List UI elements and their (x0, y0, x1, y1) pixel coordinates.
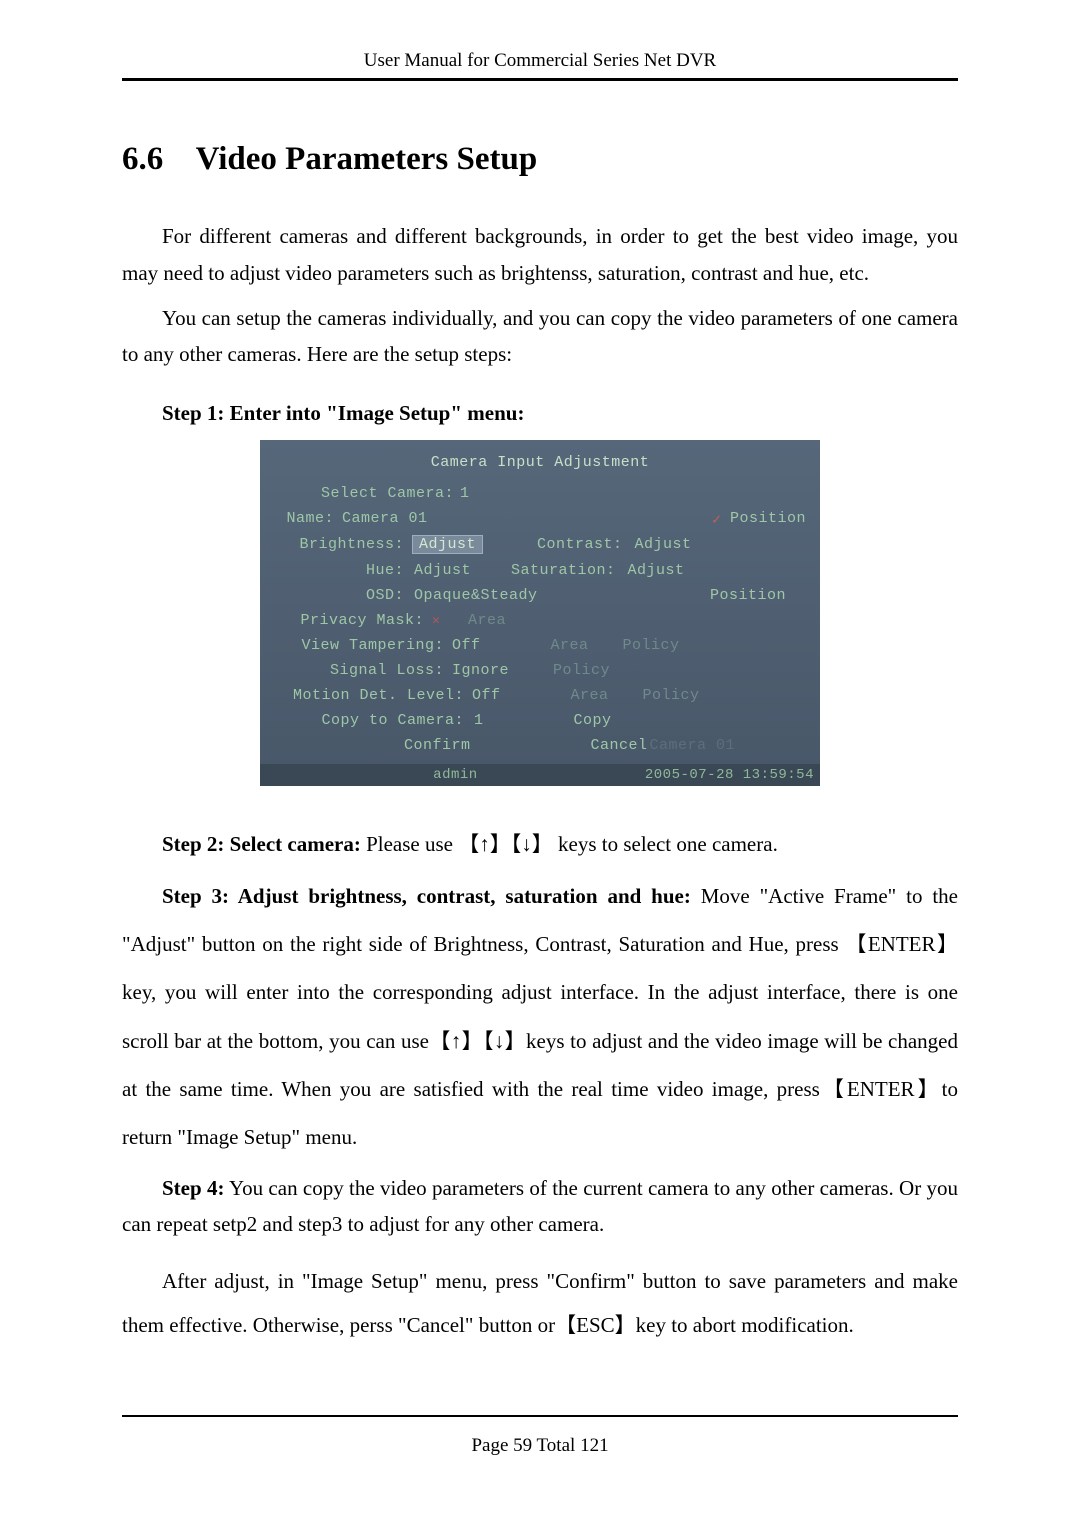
hue-label: Hue: (274, 562, 404, 579)
page-total: 121 (580, 1435, 609, 1456)
step-3-paragraph: Step 3: Adjust brightness, contrast, sat… (122, 872, 958, 1162)
osd-value[interactable]: Opaque&Steady (414, 587, 538, 604)
brightness-adjust-button[interactable]: Adjust (412, 535, 483, 554)
text: For different cameras and different back… (122, 224, 958, 285)
page-current: 59 (513, 1435, 532, 1456)
page-label: Page (471, 1435, 513, 1456)
page-footer: Page 59 Total 121 (122, 1415, 958, 1457)
view-policy-button: Policy (623, 637, 680, 654)
x-icon[interactable] (432, 614, 446, 628)
step-4-label: Step 4: (162, 1176, 225, 1200)
view-tampering-value[interactable]: Off (452, 637, 481, 654)
row-privacy-mask: Privacy Mask: Area (274, 608, 806, 633)
row-signal-loss: Signal Loss: Ignore Policy (274, 658, 806, 683)
step-1-heading: Step 1: Enter into "Image Setup" menu: (162, 401, 958, 426)
text: After adjust, in "Image Setup" menu, pre… (122, 1269, 958, 1337)
position-button[interactable]: Position (730, 510, 806, 527)
contrast-adjust-button[interactable]: Adjust (635, 536, 692, 553)
step-2-paragraph: Step 2: Select camera: Please use 【↑】【↓】… (122, 826, 958, 864)
section-title: Video Parameters Setup (196, 141, 538, 177)
row-select-camera: Select Camera: 1 (274, 481, 806, 506)
step-3-label: Step 3: Adjust brightness, contrast, sat… (162, 884, 691, 908)
row-copy: Copy to Camera: 1 Copy (274, 708, 806, 733)
row-motion: Motion Det. Level: Off Area Policy (274, 683, 806, 708)
row-name: Name: Camera 01 Position (274, 506, 806, 531)
text: keys to select one camera. (553, 832, 778, 856)
select-camera-label: Select Camera: (274, 485, 454, 502)
dvr-menu-window: Camera Input Adjustment Select Camera: 1… (260, 440, 820, 786)
osd-position-button[interactable]: Position (710, 587, 786, 604)
step-2-label: Step 2: Select camera: (162, 832, 361, 856)
text: Please use (361, 832, 453, 856)
motion-label: Motion Det. Level: (274, 687, 464, 704)
ghost-text: Camera 01 (650, 737, 736, 754)
hue-adjust-button[interactable]: Adjust (414, 562, 471, 579)
row-brightness-contrast: Brightness: Adjust Contrast: Adjust (274, 531, 806, 558)
copy-label: Copy to Camera: (274, 712, 464, 729)
status-timestamp: 2005-07-28 13:59:54 (645, 767, 814, 783)
motion-area-button: Area (571, 687, 609, 704)
section-number: 6.6 (122, 141, 163, 177)
osd-label: OSD: (274, 587, 404, 604)
row-confirm-cancel: Confirm Cancel Camera 01 (274, 733, 806, 758)
privacy-area-button: Area (468, 612, 506, 629)
footer-rule (122, 1415, 958, 1417)
page-number: Page 59 Total 121 (122, 1435, 958, 1457)
contrast-label: Contrast: (537, 536, 623, 553)
row-view-tampering: View Tampering: Off Area Policy (274, 633, 806, 658)
motion-value[interactable]: Off (472, 687, 501, 704)
section-heading: 6.6 Video Parameters Setup (122, 141, 958, 178)
document-page: User Manual for Commercial Series Net DV… (0, 0, 1080, 1527)
paragraph-intro-2: You can setup the cameras individually, … (122, 300, 958, 374)
row-hue-saturation: Hue: Adjust Saturation: Adjust (274, 558, 806, 583)
after-adjust-paragraph: After adjust, in "Image Setup" menu, pre… (122, 1259, 958, 1347)
step-4-paragraph: Step 4: You can copy the video parameter… (122, 1170, 958, 1244)
copy-camera-value[interactable]: 1 (474, 712, 484, 729)
signal-policy-button: Policy (553, 662, 610, 679)
dvr-title: Camera Input Adjustment (274, 450, 806, 481)
status-user: admin (266, 767, 645, 783)
check-icon[interactable] (712, 512, 726, 526)
cancel-button[interactable]: Cancel (591, 737, 648, 754)
text: You can copy the video parameters of the… (122, 1176, 958, 1237)
privacy-mask-label: Privacy Mask: (274, 612, 424, 629)
embedded-screenshot: Camera Input Adjustment Select Camera: 1… (260, 440, 820, 786)
brightness-label: Brightness: (274, 536, 404, 553)
status-bar: admin 2005-07-28 13:59:54 (260, 764, 820, 786)
saturation-adjust-button[interactable]: Adjust (628, 562, 685, 579)
confirm-button[interactable]: Confirm (404, 737, 471, 754)
signal-loss-label: Signal Loss: (274, 662, 444, 679)
page-total-label: Total (532, 1435, 580, 1456)
paragraph-intro-1: For different cameras and different back… (122, 218, 958, 292)
motion-policy-button: Policy (643, 687, 700, 704)
arrow-keys-symbol: 【↑】【↓】 (458, 833, 553, 856)
name-label: Name: (274, 510, 334, 527)
view-tampering-label: View Tampering: (274, 637, 444, 654)
saturation-label: Saturation: (511, 562, 616, 579)
row-osd: OSD: Opaque&Steady Position (274, 583, 806, 608)
text: Move "Active Frame" to the "Adjust" butt… (122, 884, 958, 1149)
text: You can setup the cameras individually, … (122, 306, 958, 367)
running-header: User Manual for Commercial Series Net DV… (122, 50, 958, 81)
signal-loss-value[interactable]: Ignore (452, 662, 509, 679)
name-value[interactable]: Camera 01 (342, 510, 428, 527)
copy-button[interactable]: Copy (574, 712, 612, 729)
select-camera-value[interactable]: 1 (460, 485, 470, 502)
view-area-button: Area (551, 637, 589, 654)
